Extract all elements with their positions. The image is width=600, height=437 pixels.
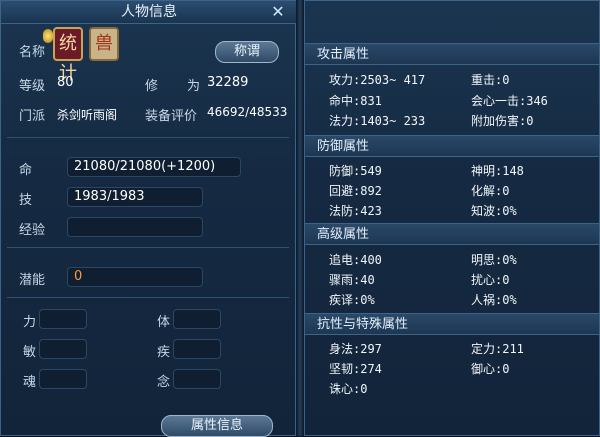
stat-attack-5: 法力:1403~ 233 bbox=[329, 114, 426, 128]
window-title: 人物信息 bbox=[1, 1, 297, 24]
stat-advanced-5: 疾译:0% bbox=[329, 293, 375, 307]
stat-attack-2: 重击:0 bbox=[471, 73, 510, 87]
attr-label-soul: 魂 bbox=[23, 375, 37, 390]
character-info-panel: 人物信息 ✕ 名称 统计 兽 称谓 等级 80 修 为 32289 门派 杀剑听… bbox=[0, 0, 297, 437]
potential-label: 潜能 bbox=[19, 273, 46, 288]
stat-advanced-6: 人祸:0% bbox=[471, 293, 517, 307]
stat-advanced-4: 扰心:0 bbox=[471, 273, 510, 287]
orb-icon bbox=[43, 29, 53, 43]
stat-attack-6: 附加伤害:0 bbox=[471, 114, 534, 128]
title-badge-2[interactable]: 兽 bbox=[89, 27, 119, 61]
divider bbox=[7, 137, 289, 138]
close-icon[interactable]: ✕ bbox=[269, 3, 287, 21]
name-label: 名称 bbox=[19, 45, 46, 60]
attr-field-agi bbox=[39, 339, 87, 359]
stat-defense-6: 知波:0% bbox=[471, 204, 517, 218]
exp-field bbox=[67, 217, 203, 237]
title-button[interactable]: 称谓 bbox=[215, 41, 279, 63]
cultivation-label: 修 bbox=[145, 79, 159, 94]
attr-field-con bbox=[173, 309, 221, 329]
attribute-info-button[interactable]: 属性信息 bbox=[161, 415, 273, 437]
stat-resist-5: 诛心:0 bbox=[329, 382, 368, 396]
stat-resist-1: 身法:297 bbox=[329, 342, 382, 356]
attr-label-agi: 敏 bbox=[23, 345, 37, 360]
divider bbox=[7, 247, 289, 248]
stat-defense-3: 回避:892 bbox=[329, 184, 382, 198]
level-value: 80 bbox=[57, 75, 74, 90]
stat-defense-5: 法防:423 bbox=[329, 204, 382, 218]
section-header-advanced: 高级属性 bbox=[305, 223, 599, 245]
stat-attack-1: 攻力:2503~ 417 bbox=[329, 73, 426, 87]
life-label: 命 bbox=[19, 163, 33, 178]
section-header-resist: 抗性与特殊属性 bbox=[305, 313, 599, 335]
stat-attack-4: 会心一击:346 bbox=[471, 94, 548, 108]
attr-label-spd: 疾 bbox=[157, 345, 171, 360]
level-label: 等级 bbox=[19, 79, 46, 94]
cultivation-label-2: 为 bbox=[187, 79, 201, 94]
attr-field-str bbox=[39, 309, 87, 329]
title-badge-1[interactable]: 统计 bbox=[53, 27, 83, 84]
potential-field: 0 bbox=[67, 267, 203, 287]
stat-attack-3: 命中:831 bbox=[329, 94, 382, 108]
section-header-attack: 攻击属性 bbox=[305, 43, 599, 65]
attr-label-con: 体 bbox=[157, 315, 171, 330]
section-header-defense: 防御属性 bbox=[305, 135, 599, 157]
exp-label: 经验 bbox=[19, 223, 46, 238]
life-field: 21080/21080(+1200) bbox=[67, 157, 241, 177]
attr-field-mind bbox=[173, 369, 221, 389]
skill-field: 1983/1983 bbox=[67, 187, 203, 207]
stat-advanced-1: 追电:400 bbox=[329, 253, 382, 267]
divider bbox=[7, 297, 289, 298]
attr-label-mind: 念 bbox=[157, 375, 171, 390]
panel-divider bbox=[296, 0, 304, 436]
skill-label: 技 bbox=[19, 193, 33, 208]
cultivation-value: 32289 bbox=[207, 75, 249, 90]
sect-value: 杀剑听雨阁 bbox=[57, 108, 118, 122]
stat-defense-2: 神明:148 bbox=[471, 164, 524, 178]
equip-value: 46692/48533 bbox=[207, 105, 288, 119]
sect-label: 门派 bbox=[19, 109, 46, 124]
stat-resist-2: 定力:211 bbox=[471, 342, 524, 356]
stat-defense-1: 防御:549 bbox=[329, 164, 382, 178]
equip-label: 装备评价 bbox=[145, 109, 198, 124]
stat-defense-4: 化解:0 bbox=[471, 184, 510, 198]
attr-field-spd bbox=[173, 339, 221, 359]
stat-advanced-2: 明思:0% bbox=[471, 253, 517, 267]
attr-label-str: 力 bbox=[23, 315, 37, 330]
attr-field-soul bbox=[39, 369, 87, 389]
stat-resist-4: 御心:0 bbox=[471, 362, 510, 376]
attribute-panel: 攻击属性 攻力:2503~ 417 重击:0 命中:831 会心一击:346 法… bbox=[304, 0, 600, 436]
stat-resist-3: 坚韧:274 bbox=[329, 362, 382, 376]
stat-advanced-3: 骤雨:40 bbox=[329, 273, 375, 287]
